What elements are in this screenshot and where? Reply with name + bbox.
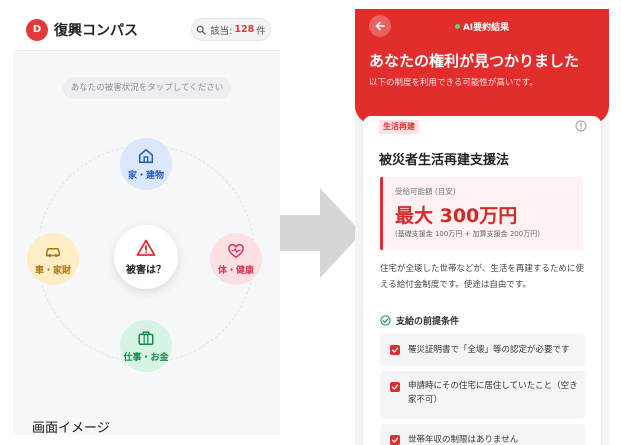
- result-subtitle: 以下の制度を利用できる可能性が高いです。: [369, 78, 538, 88]
- check-circle-icon: [380, 315, 391, 326]
- app-logo: D: [26, 19, 48, 41]
- briefcase-icon: [138, 331, 154, 346]
- category-work-label: 仕事・お金: [123, 353, 169, 363]
- condition-text: 申請時にその住宅に居住していたこと（空き家不可）: [408, 381, 578, 405]
- checkbox-checked-icon[interactable]: [390, 435, 400, 445]
- condition-text: 罹災証明書で「全壊」等の認定が必要です: [408, 345, 570, 355]
- search-icon: [196, 25, 206, 35]
- amount-box: 受給可能額 (目安) 最大 300万円 (基礎支援金 100万円 + 加算支援金…: [380, 177, 583, 250]
- amount-value: 最大 300万円: [395, 205, 518, 227]
- count-suffix: 件: [256, 25, 266, 37]
- category-home-button[interactable]: 家・建物: [120, 138, 172, 190]
- right-screen-mockup: AI要約結果 あなたの権利が見つかりました 以下の制度を利用できる可能性が高いで…: [355, 9, 609, 445]
- category-health-button[interactable]: 体・健康: [210, 233, 262, 285]
- conditions-heading: 支給の前提条件: [380, 314, 459, 327]
- benefit-title: 被災者生活再建支援法: [379, 153, 510, 168]
- benefit-description: 住宅が全壊した世帯などが、生活を再建するために使える給付金制度です。使途は自由で…: [380, 264, 584, 290]
- condition-text: 世帯年収の制限はありません: [408, 435, 519, 445]
- condition-item[interactable]: 申請時にその住宅に居住していたこと（空き家不可）: [380, 371, 585, 419]
- condition-item[interactable]: 罹災証明書で「全壊」等の認定が必要です: [380, 334, 585, 366]
- result-count-button[interactable]: 該当: 128 件: [191, 18, 271, 41]
- count-value: 128: [234, 24, 255, 35]
- flow-arrow-icon: [280, 188, 362, 278]
- amount-label: 受給可能額 (目安): [395, 187, 456, 196]
- damage-center-label: 被害は？: [126, 265, 166, 276]
- result-title: あなたの権利が見つかりました: [369, 52, 580, 70]
- ai-summary-label: AI要約結果: [355, 20, 609, 33]
- category-work-button[interactable]: 仕事・お金: [120, 320, 172, 372]
- result-header: AI要約結果 あなたの権利が見つかりました 以下の制度を利用できる可能性が高いで…: [355, 9, 609, 124]
- screen-caption: 画面イメージ: [32, 421, 110, 435]
- category-car-button[interactable]: 車・家財: [27, 233, 79, 285]
- home-icon: [138, 148, 154, 164]
- car-icon: [45, 247, 61, 257]
- category-car-label: 車・家財: [34, 266, 71, 276]
- category-health-label: 体・健康: [217, 266, 254, 276]
- category-badge: 生活再建: [379, 120, 419, 134]
- instruction-text: あなたの被害状況をタップしてください: [63, 77, 231, 99]
- status-dot-icon: [454, 24, 460, 29]
- app-header: D 復興コンパス 該当: 128 件: [13, 9, 280, 51]
- ai-summary-text: AI要約結果: [462, 23, 510, 33]
- info-icon[interactable]: [575, 120, 587, 132]
- condition-item[interactable]: 世帯年収の制限はありません: [380, 424, 585, 445]
- damage-center-button[interactable]: 被害は？: [114, 225, 178, 289]
- benefit-card[interactable]: 生活再建 被災者生活再建支援法 受給可能額 (目安) 最大 300万円 (基礎支…: [363, 116, 601, 445]
- checkbox-checked-icon[interactable]: [390, 382, 400, 392]
- warning-icon: [136, 239, 156, 256]
- count-prefix: 該当:: [210, 25, 233, 37]
- left-screen-mockup: D 復興コンパス 該当: 128 件 あなたの被害状況をタップしてください 家・…: [13, 9, 280, 435]
- heart-pulse-icon: [228, 243, 244, 259]
- app-title: 復興コンパス: [54, 23, 138, 39]
- checkbox-checked-icon[interactable]: [390, 345, 400, 355]
- conditions-title: 支給の前提条件: [396, 317, 460, 327]
- category-home-label: 家・建物: [127, 171, 164, 181]
- amount-note: (基礎支援金 100万円 + 加算支援金 200万円): [395, 230, 540, 238]
